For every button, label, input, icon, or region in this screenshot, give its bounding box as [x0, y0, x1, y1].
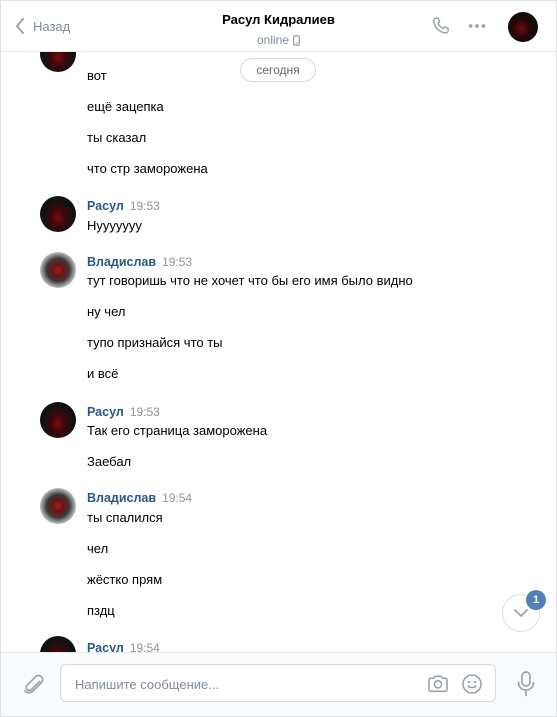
microphone-icon[interactable] — [513, 670, 539, 698]
header-avatar[interactable] — [508, 12, 538, 42]
message-header: Расул 19:53 — [87, 199, 160, 213]
author-name[interactable]: Расул — [87, 641, 124, 652]
camera-icon[interactable] — [426, 672, 450, 696]
online-status: online — [257, 33, 300, 47]
back-label: Назад — [33, 18, 71, 34]
chat-window: Назад Расул Кидралиев online сегодня вот… — [0, 0, 557, 717]
message-text: Так его страница заморожена — [87, 423, 268, 438]
message-header: Расул 19:54 — [87, 641, 160, 652]
emoji-icon[interactable] — [460, 672, 484, 696]
message-time: 19:53 — [162, 255, 193, 269]
message-time: 19:53 — [129, 199, 160, 213]
chat-header: Назад Расул Кидралиев online — [1, 1, 556, 52]
author-name[interactable]: Владислав — [87, 491, 156, 505]
avatar[interactable] — [40, 52, 76, 72]
avatar[interactable] — [40, 402, 76, 438]
unread-count-badge: 1 — [526, 590, 546, 610]
chat-title[interactable]: Расул Кидралиев — [222, 12, 335, 27]
author-name[interactable]: Владислав — [87, 255, 156, 269]
message-text: Заебал — [87, 454, 132, 469]
message-text: Нууууууу — [87, 218, 142, 233]
status-text: online — [256, 33, 290, 47]
date-divider: сегодня — [240, 58, 316, 82]
message-time: 19:54 — [162, 491, 193, 505]
message-text: ты сказал — [87, 130, 147, 145]
message-text: тут говоришь что не хочет что бы его имя… — [87, 273, 413, 288]
chevron-left-icon — [16, 18, 24, 34]
message-header: Расул 19:53 — [87, 405, 160, 419]
paperclip-icon[interactable] — [21, 672, 47, 698]
message-text: чел — [87, 541, 109, 556]
message-input[interactable] — [73, 665, 417, 703]
avatar[interactable] — [40, 488, 76, 524]
message-text: вот — [87, 68, 107, 83]
message-time: 19:54 — [129, 641, 160, 652]
phone-call-icon[interactable] — [430, 15, 452, 37]
message-text: ещё зацепка — [87, 99, 164, 114]
message-time: 19:53 — [129, 405, 160, 419]
message-history[interactable]: сегодня вот ещё зацепка ты сказал что ст… — [1, 52, 556, 652]
message-composer — [1, 652, 556, 716]
avatar[interactable] — [40, 636, 76, 652]
avatar[interactable] — [40, 196, 76, 232]
chevron-down-icon — [514, 609, 528, 617]
message-text: пздц — [87, 603, 115, 618]
message-text: что стр заморожена — [87, 161, 208, 176]
author-name[interactable]: Расул — [87, 405, 124, 419]
message-input-box — [60, 664, 496, 703]
avatar[interactable] — [40, 252, 76, 288]
message-text: ну чел — [87, 304, 126, 319]
message-text: ты спалился — [87, 510, 163, 525]
message-text: жёстко прям — [87, 572, 163, 587]
mobile-icon — [293, 34, 300, 46]
more-options-icon[interactable] — [466, 15, 488, 37]
back-button[interactable]: Назад — [15, 1, 70, 51]
message-header: Владислав 19:53 — [87, 255, 192, 269]
message-header: Владислав 19:54 — [87, 491, 192, 505]
message-text: тупо признайся что ты — [87, 335, 223, 350]
message-text: и всё — [87, 366, 119, 381]
author-name[interactable]: Расул — [87, 199, 124, 213]
